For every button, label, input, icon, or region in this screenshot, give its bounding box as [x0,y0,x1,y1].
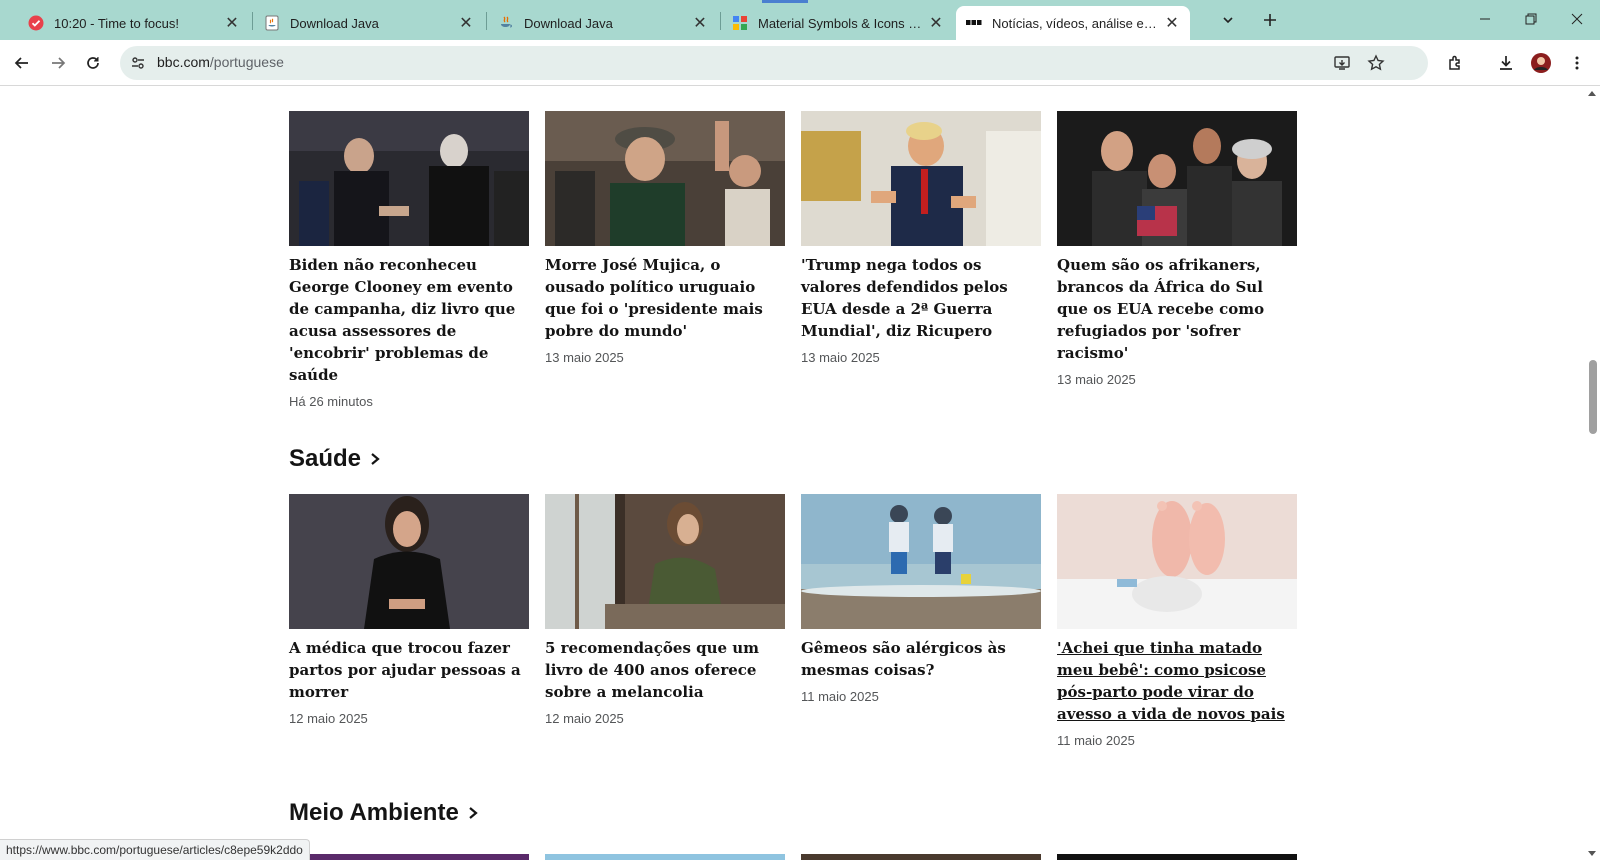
trump-photo[interactable] [801,111,1041,246]
bbc-icon [966,15,982,31]
reload-button[interactable] [78,48,108,78]
article-headline[interactable]: 'Achei que tinha matado meu bebê': como … [1057,637,1297,725]
java-doc-icon [264,15,280,31]
restore-button[interactable] [1508,0,1554,38]
puzzle-icon [1449,55,1460,70]
biden-clooney-photo[interactable] [289,111,529,246]
menu-button[interactable] [1562,48,1592,78]
java-cup-icon [498,15,514,31]
page-content: Biden não reconheceu George Clooney em e… [0,87,1585,860]
section-heading-meio-ambiente[interactable]: Meio Ambiente [289,799,479,827]
tab-search-button[interactable] [1214,8,1242,32]
material-icons-icon [732,15,748,31]
article-card[interactable]: 5 recomendações que um livro de 400 anos… [545,494,785,726]
article-headline[interactable]: Gêmeos são alérgicos às mesmas coisas? [801,637,1041,681]
profile-avatar[interactable] [1526,48,1556,78]
baby-feet-photo[interactable] [1057,494,1297,629]
url-text: bbc.com/portuguese [157,54,284,70]
chevron-right-icon [369,452,381,466]
tab-bbc-noticias[interactable]: Notícias, vídeos, análise e conte ✕ [956,6,1190,40]
close-icon[interactable]: ✕ [928,15,944,32]
article-thumbnail[interactable] [801,854,1041,860]
article-headline[interactable]: 'Trump nega todos os valores defendidos … [801,254,1041,342]
forward-button[interactable] [43,48,73,78]
close-icon[interactable]: ✕ [458,15,474,32]
reload-icon [87,57,99,69]
site-info-icon[interactable] [126,51,150,75]
article-card[interactable]: Gêmeos são alérgicos às mesmas coisas? 1… [801,494,1041,704]
article-card[interactable]: Quem são os afrikaners, brancos da Áfric… [1057,111,1297,387]
article-date: 13 maio 2025 [545,350,624,365]
close-icon [1571,13,1583,25]
pomodoro-check-icon [28,15,44,31]
mujica-photo[interactable] [545,111,785,246]
page-scrollbar[interactable] [1585,87,1600,860]
extensions-button[interactable] [1441,48,1471,78]
article-date: 12 maio 2025 [545,711,624,726]
section-title[interactable]: Saúde [289,445,361,473]
minimize-button[interactable] [1462,0,1508,38]
article-card[interactable]: 'Achei que tinha matado meu bebê': como … [1057,494,1297,748]
chevron-right-icon [467,806,479,820]
woman-window-photo[interactable] [545,494,785,629]
tab-time-to-focus[interactable]: 10:20 - Time to focus! ✕ [18,6,250,40]
tab-title: Download Java [290,15,379,31]
new-tab-button[interactable] [1256,8,1284,32]
bookmark-star-icon[interactable] [1364,51,1388,75]
status-url-preview: https://www.bbc.com/portuguese/articles/… [0,839,310,860]
twins-beach-photo[interactable] [801,494,1041,629]
tab-title: Notícias, vídeos, análise e conte [992,15,1158,31]
back-button[interactable] [7,48,37,78]
article-thumbnail[interactable] [545,854,785,860]
install-app-icon[interactable] [1330,51,1354,75]
article-card[interactable]: Biden não reconheceu George Clooney em e… [289,111,529,409]
tab-download-java-1[interactable]: Download Java ✕ [254,6,484,40]
close-window-button[interactable] [1554,0,1600,38]
tab-title: 10:20 - Time to focus! [54,15,180,31]
article-headline[interactable]: 5 recomendações que um livro de 400 anos… [545,637,785,703]
tab-strip: 10:20 - Time to focus! ✕ Download Java ✕… [0,0,1600,40]
afrikaners-photo[interactable] [1057,111,1297,246]
section-title[interactable]: Meio Ambiente [289,799,459,827]
article-date: 12 maio 2025 [289,711,368,726]
download-icon [1500,56,1512,70]
article-date: 11 maio 2025 [1057,733,1135,748]
article-card[interactable]: 'Trump nega todos os valores defendidos … [801,111,1041,365]
tab-material-symbols[interactable]: Material Symbols & Icons - Goo ✕ [722,6,954,40]
close-icon[interactable]: ✕ [1164,15,1180,32]
doctor-portrait-photo[interactable] [289,494,529,629]
article-date: 13 maio 2025 [1057,372,1136,387]
tab-title: Download Java [524,15,613,31]
chevron-down-icon [1223,17,1233,24]
close-icon[interactable]: ✕ [224,15,240,32]
restore-icon [1525,13,1537,25]
arrow-right-icon [52,57,66,69]
close-icon[interactable]: ✕ [692,15,708,32]
article-card[interactable]: Morre José Mujica, o ousado político uru… [545,111,785,365]
arrow-left-icon [14,57,28,69]
article-date: 13 maio 2025 [801,350,880,365]
article-thumbnail[interactable] [1057,854,1297,860]
article-card[interactable]: A médica que trocou fazer partos por aju… [289,494,529,726]
scroll-down-arrow-icon[interactable] [1588,851,1596,856]
article-date: Há 26 minutos [289,394,373,409]
avatar-icon [1531,53,1551,73]
scroll-up-arrow-icon[interactable] [1588,91,1596,96]
plus-icon [1264,14,1276,26]
article-headline[interactable]: A médica que trocou fazer partos por aju… [289,637,529,703]
article-headline[interactable]: Biden não reconheceu George Clooney em e… [289,254,529,386]
article-thumbnail[interactable] [289,854,529,860]
article-headline[interactable]: Morre José Mujica, o ousado político uru… [545,254,785,342]
address-bar[interactable]: bbc.com/portuguese [120,46,1428,80]
tab-download-java-2[interactable]: Download Java ✕ [488,6,718,40]
scrollbar-thumb[interactable] [1589,360,1597,434]
downloads-button[interactable] [1491,48,1521,78]
tab-title: Material Symbols & Icons - Goo [758,15,922,31]
browser-toolbar: bbc.com/portuguese [0,40,1600,86]
section-heading-saude[interactable]: Saúde [289,445,381,473]
kebab-menu-icon [1575,56,1579,70]
minimize-icon [1480,18,1490,20]
article-date: 11 maio 2025 [801,689,879,704]
article-headline[interactable]: Quem são os afrikaners, brancos da Áfric… [1057,254,1297,364]
